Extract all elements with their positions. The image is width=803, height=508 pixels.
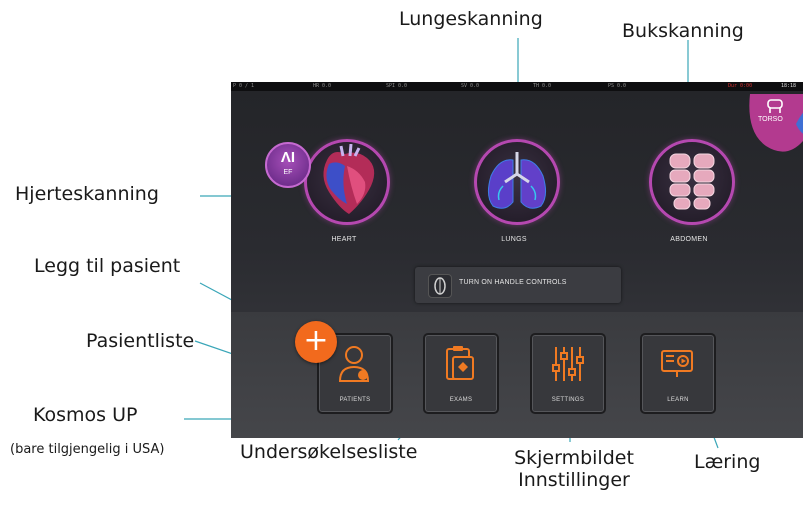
status-readout: PS 0.0 [608,83,627,89]
heart-exam-label: HEART [331,236,357,243]
status-readout: P 0 / 1 [233,83,255,89]
heart-exam-button[interactable] [304,139,390,225]
torso-tab-label: TORSO [758,116,783,123]
callout-settings-screen: Skjermbildet Innstillinger [507,447,641,491]
handle-controls-toggle[interactable]: TURN ON HANDLE CONTROLS [415,267,621,303]
callout-lung-scan: Lungeskanning [399,8,543,30]
exams-tile[interactable]: EXAMS [423,333,499,414]
callout-add-patient: Legg til pasient [34,255,181,277]
lungs-icon [487,152,547,209]
status-bar: P 0 / 1 HR 0.0 SPI 0.0 SV 0.0 TH 0.0 PS … [231,82,803,91]
exam-clipboard-icon [446,346,474,380]
learn-video-icon [661,350,693,377]
device-screen: P 0 / 1 HR 0.0 SPI 0.0 SV 0.0 TH 0.0 PS … [231,82,803,438]
sliders-icon [552,347,584,381]
torso-icon [767,99,783,113]
callout-abdomen-scan: Bukskanning [622,20,744,42]
lungs-exam-label: LUNGS [501,236,527,243]
heart-icon [323,144,375,214]
callout-settings-line1: Skjermbildet [514,447,634,469]
handle-controls-label: TURN ON HANDLE CONTROLS [459,279,567,286]
probe-handle-icon [428,274,452,298]
callout-exam-list: Undersøkelsesliste [240,441,418,463]
callout-heart-scan: Hjerteskanning [15,183,159,205]
status-readout: SV 0.0 [461,83,480,89]
callout-kosmos-up-note: (bare tilgjengelig i USA) [10,442,165,457]
settings-tile[interactable]: SETTINGS [530,333,606,414]
status-recording: Dur 0:00 [728,83,753,89]
abdomen-icon [669,153,715,210]
callout-kosmos-up: Kosmos UP [33,404,138,426]
status-time: 18:18 [781,83,797,89]
status-readout: TH 0.0 [533,83,552,89]
status-readout: SPI 0.0 [386,83,408,89]
torso-preset-tab[interactable]: TORSO [744,94,803,166]
abdomen-exam-label: ABDOMEN [670,236,708,243]
add-patient-button[interactable]: + [295,321,337,363]
status-readout: HR 0.0 [313,83,332,89]
learn-tile[interactable]: LEARN [640,333,716,414]
exams-tile-label: EXAMS [449,397,473,403]
patient-icon [338,346,370,382]
ef-calculation-button[interactable]: ΛI EF [265,142,311,188]
ef-badge-label: EF [283,169,293,176]
abdomen-exam-button[interactable] [649,139,735,225]
patients-tile-label: PATIENTS [339,397,371,403]
lungs-exam-button[interactable] [474,139,560,225]
learn-tile-label: LEARN [667,397,689,403]
callout-patient-list: Pasientliste [86,330,195,352]
callout-settings-line2: Innstillinger [518,469,630,491]
ef-badge-icon: ΛI [280,149,296,166]
callout-learning: Læring [694,451,761,473]
settings-tile-label: SETTINGS [551,397,585,403]
